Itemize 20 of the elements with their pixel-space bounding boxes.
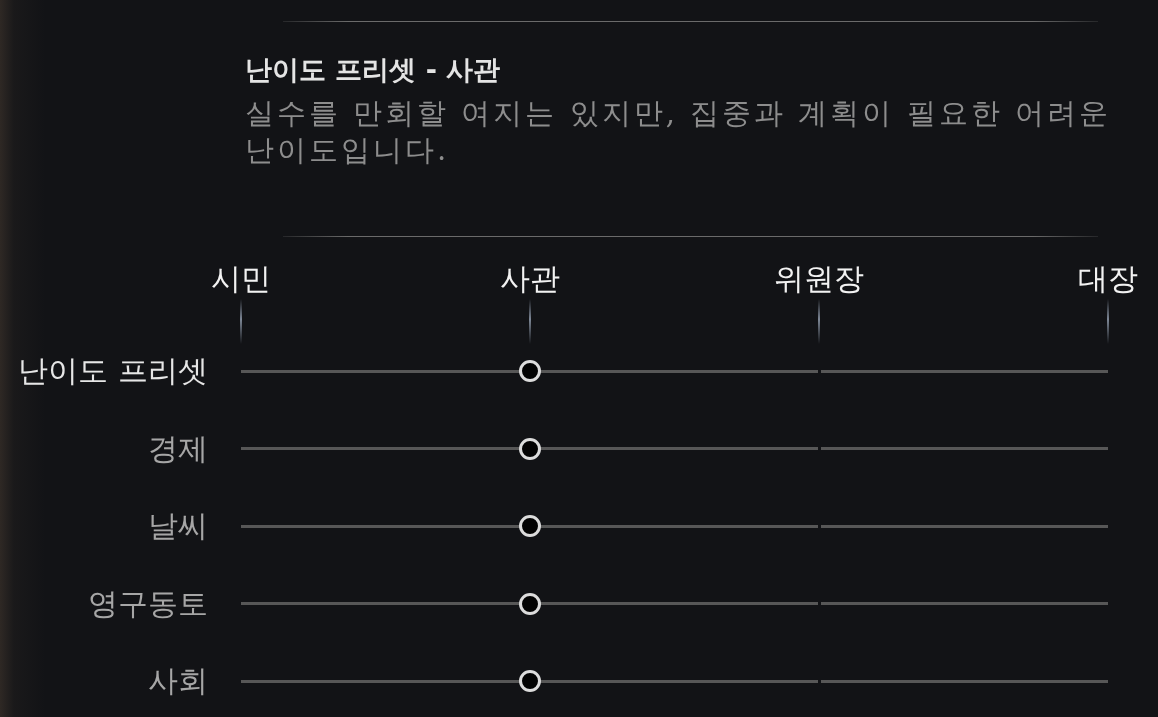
scale-tick xyxy=(817,299,820,344)
slider-thumb[interactable] xyxy=(518,437,541,460)
slider-label: 난이도 프리셋 xyxy=(18,352,208,390)
scale-label: 위원장 xyxy=(773,261,864,297)
preset-title: 난이도 프리셋 - 사관 xyxy=(245,54,502,86)
preset-description: 실수를 만회할 여지는 있지만, 집중과 계획이 필요한 어려운 난이도입니다. xyxy=(245,95,1112,169)
scale-label: 대장 xyxy=(1077,261,1138,297)
scale-tick xyxy=(528,299,531,344)
slider-thumb[interactable] xyxy=(518,515,541,537)
scale-tick xyxy=(239,299,242,344)
slider-thumb[interactable] xyxy=(518,670,541,692)
slider-label: 경제 xyxy=(148,429,208,468)
scale-label: 시민 xyxy=(210,261,271,297)
slider-label: 사회 xyxy=(148,662,208,700)
scale-tick xyxy=(1106,299,1109,344)
slider-thumb[interactable] xyxy=(518,592,541,615)
scale-label: 사관 xyxy=(499,261,560,297)
slider-label: 날씨 xyxy=(148,507,208,545)
slider-thumb[interactable] xyxy=(518,360,541,382)
slider-label: 영구동토 xyxy=(88,584,208,623)
